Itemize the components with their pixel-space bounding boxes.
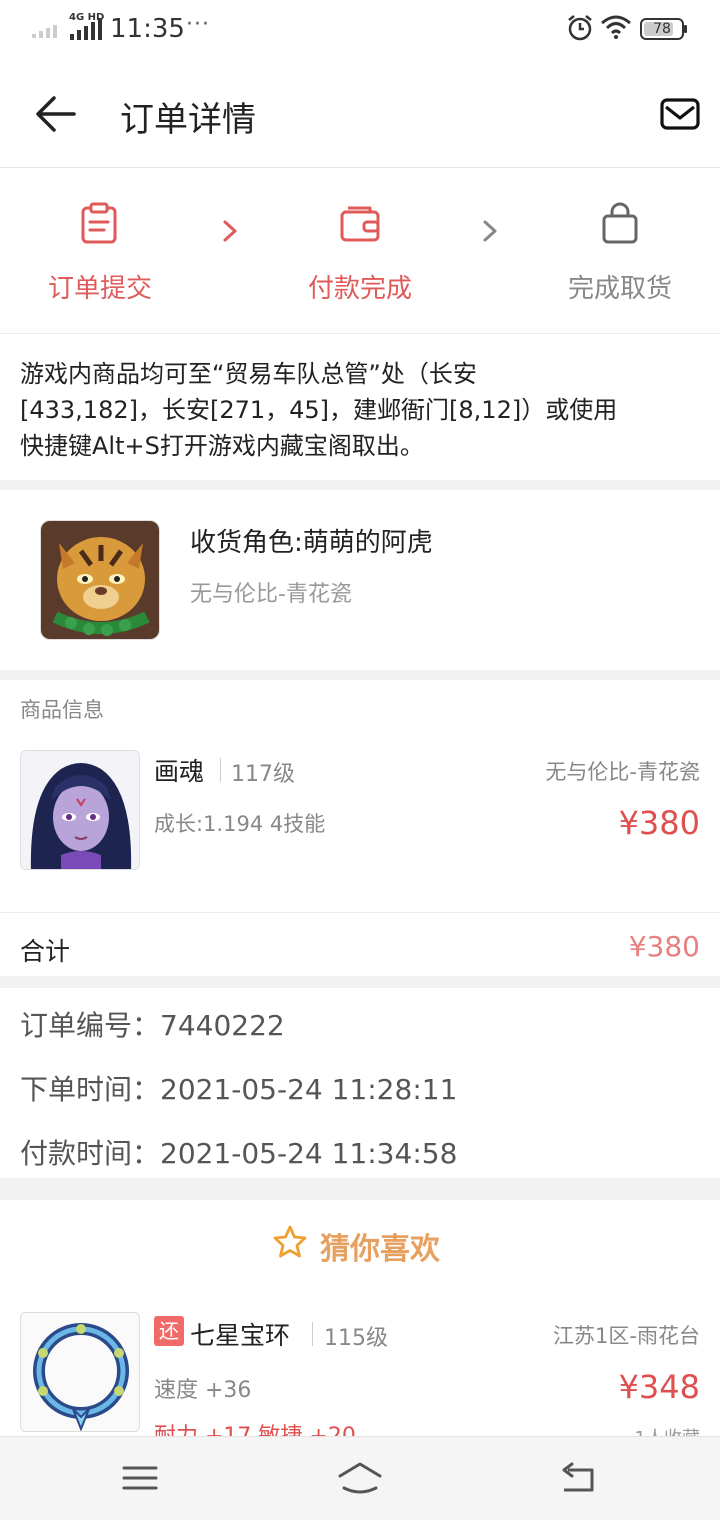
- divider: [312, 1322, 313, 1346]
- section-title-product: 商品信息: [20, 698, 104, 722]
- star-icon: [273, 1225, 307, 1258]
- bag-icon: [602, 202, 638, 244]
- order-progress: 订单提交 付款完成 完成取货: [0, 168, 720, 334]
- product-thumbnail[interactable]: [20, 750, 140, 870]
- notice-line: 快捷键Alt+S打开游戏内藏宝阁取出。: [20, 432, 424, 460]
- order-number: 订单编号：7440222: [20, 1009, 285, 1042]
- notice-line: [433,182]，长安[271，45]，建邺衙门[8,12]）或使用: [20, 396, 618, 424]
- product-attributes: 成长:1.194 4技能: [154, 812, 326, 836]
- chevron-right-icon: [223, 220, 237, 242]
- clock-time: 11:35: [110, 14, 185, 44]
- recommend-item-price: ¥348: [618, 1368, 700, 1406]
- back-arrow-icon[interactable]: [30, 92, 82, 136]
- step-label-pickup: 完成取货: [567, 274, 672, 304]
- pickup-notice: 游戏内商品均可至“贸易车队总管”处（长安 [433,182]，长安[271，45…: [0, 334, 720, 480]
- receiver-server: 无与伦比-青花瓷: [190, 582, 352, 607]
- order-paid-time: 付款时间：2021-05-24 11:34:58: [20, 1137, 458, 1170]
- clipboard-icon: [81, 202, 117, 244]
- recommend-item-thumbnail[interactable]: [20, 1312, 140, 1432]
- divider: [0, 912, 720, 913]
- wifi-icon: [601, 15, 631, 39]
- total-value: ¥380: [628, 930, 700, 963]
- recommend-item-name: 七星宝环: [190, 1321, 291, 1350]
- back-icon[interactable]: [558, 1460, 598, 1496]
- more-notifications-icon: ···: [186, 12, 210, 37]
- chevron-right-icon: [483, 220, 497, 242]
- recommend-item-level: 115级: [324, 1326, 388, 1351]
- home-icon[interactable]: [336, 1460, 384, 1496]
- app-header: [0, 58, 720, 168]
- product-server: 无与伦比-青花瓷: [545, 760, 700, 784]
- signal-icon: [32, 25, 57, 38]
- notice-line: 游戏内商品均可至“贸易车队总管”处（长安: [20, 360, 477, 388]
- receiver-name: 收货角色:萌萌的阿虎: [190, 528, 433, 558]
- alarm-icon: [568, 15, 592, 41]
- divider: [220, 758, 221, 782]
- recommend-item-attribute: 速度 +36: [154, 1378, 252, 1403]
- message-icon[interactable]: [656, 92, 704, 136]
- recommend-badge: 还: [154, 1316, 184, 1346]
- wallet-icon: [340, 206, 380, 242]
- page-title: 订单详情: [120, 100, 256, 140]
- step-label-paid: 付款完成: [307, 274, 412, 304]
- recommend-item-server: 江苏1区-雨花台: [553, 1324, 700, 1348]
- order-created-time: 下单时间：2021-05-24 11:28:11: [20, 1073, 458, 1106]
- product-name: 画魂: [154, 757, 205, 786]
- total-label: 合计: [20, 937, 71, 966]
- receiver-avatar: [40, 520, 160, 640]
- step-label-submitted: 订单提交: [47, 274, 152, 304]
- network-type: 4G HD: [69, 12, 105, 23]
- menu-icon[interactable]: [120, 1460, 160, 1496]
- battery-level: 78: [653, 21, 671, 37]
- recommend-title: 猜你喜欢: [320, 1232, 440, 1267]
- product-price: ¥380: [618, 804, 700, 842]
- product-level: 117级: [231, 762, 295, 787]
- order-info-section: 订单编号：7440222 下单时间：2021-05-24 11:28:11 付款…: [0, 988, 720, 1178]
